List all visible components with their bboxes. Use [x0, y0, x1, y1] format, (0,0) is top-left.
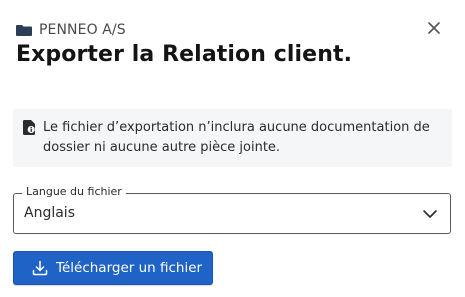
- language-select-value[interactable]: Anglais: [24, 205, 75, 221]
- organization-row: PENNEO A/S: [16, 22, 126, 38]
- notice-text: Le fichier d’exportation n’inclura aucun…: [43, 120, 430, 155]
- export-notice: Le fichier d’exportation n’inclura aucun…: [13, 109, 452, 167]
- close-button[interactable]: [424, 18, 444, 38]
- dialog-title: Exporter la Relation client.: [16, 42, 353, 67]
- file-info-icon: [23, 120, 35, 135]
- chevron-down-icon[interactable]: [422, 207, 438, 221]
- language-select[interactable]: Langue du fichier Anglais: [13, 184, 451, 234]
- folder-icon: [16, 24, 32, 36]
- language-select-label: Langue du fichier: [22, 184, 126, 200]
- organization-name: PENNEO A/S: [39, 22, 126, 38]
- export-dialog: PENNEO A/S Exporter la Relation client. …: [0, 0, 465, 297]
- download-file-label: Télécharger un fichier: [56, 260, 203, 276]
- download-icon: [32, 260, 48, 276]
- close-icon[interactable]: [428, 22, 440, 34]
- download-file-button[interactable]: Télécharger un fichier: [13, 251, 213, 285]
